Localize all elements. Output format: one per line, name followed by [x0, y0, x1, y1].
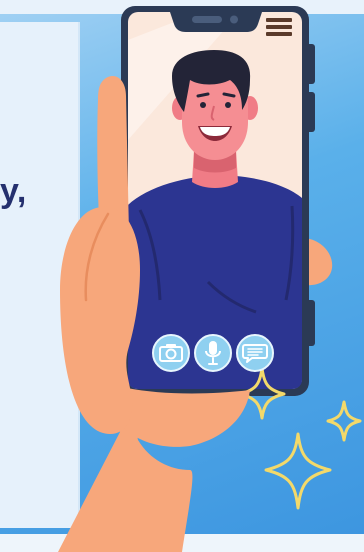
thumb	[60, 206, 140, 434]
phone-side-button	[306, 92, 315, 132]
illustration-canvas: y,	[0, 0, 364, 552]
video-call-scene	[58, 6, 362, 552]
eye	[225, 102, 231, 108]
menu-bar	[266, 32, 292, 36]
notch-speaker	[192, 16, 222, 23]
eyebrow	[222, 92, 236, 98]
eye	[200, 102, 206, 108]
menu-bar	[266, 18, 292, 22]
phone-side-button	[306, 300, 315, 346]
camera-button[interactable]	[152, 334, 190, 372]
chat-button[interactable]	[236, 334, 274, 372]
menu-bar	[266, 25, 292, 29]
camera-icon	[159, 344, 183, 362]
sparkle-icon	[326, 400, 362, 442]
microphone-icon	[205, 341, 221, 365]
front-camera	[230, 15, 238, 24]
chat-bubble-icon	[242, 344, 268, 363]
hamburger-menu-icon[interactable]	[266, 18, 292, 40]
microphone-button[interactable]	[194, 334, 232, 372]
sparkle-icon	[264, 432, 332, 510]
eyebrow	[196, 92, 210, 98]
palm	[118, 386, 250, 447]
phone-side-button	[306, 44, 315, 84]
